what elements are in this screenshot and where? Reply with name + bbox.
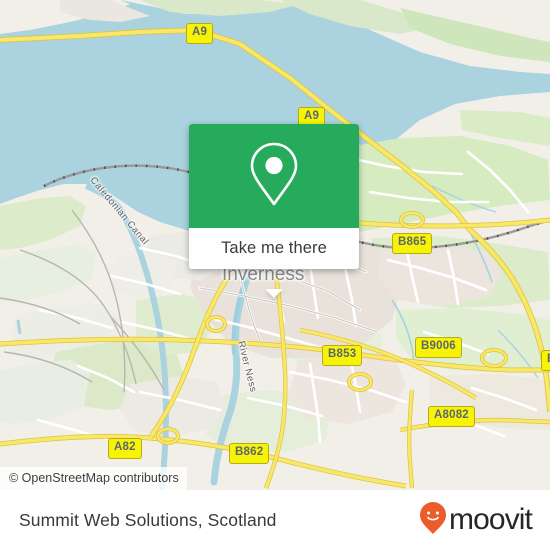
moovit-logo[interactable]: moovit xyxy=(419,501,533,540)
popup-pointer-tail xyxy=(265,289,283,298)
road-shield-b865: B865 xyxy=(392,233,433,254)
popup-footer[interactable]: Take me there xyxy=(189,228,359,269)
footer-bar: Summit Web Solutions, Scotland moovit xyxy=(0,490,550,550)
popup-header xyxy=(189,124,359,228)
road-shield-a8082: A8082 xyxy=(428,406,475,427)
road-shield-b853: B853 xyxy=(322,345,363,366)
map-screenshot: Inverness Caledonian Canal River Ness A9… xyxy=(0,0,550,550)
road-shield-b862: B862 xyxy=(229,443,270,464)
road-shield-a9-north: A9 xyxy=(186,23,214,44)
take-me-there-button[interactable]: Take me there xyxy=(221,239,327,258)
road-shield-a82: A82 xyxy=(108,438,142,459)
map-pin-icon xyxy=(248,141,300,212)
road-shield-b9006: B9006 xyxy=(415,337,462,358)
map-attribution[interactable]: © OpenStreetMap contributors xyxy=(0,467,187,490)
moovit-wordmark: moovit xyxy=(449,503,533,536)
map-canvas[interactable]: Inverness Caledonian Canal River Ness A9… xyxy=(0,0,550,490)
map-popup-card[interactable]: Take me there xyxy=(189,124,359,298)
place-name-label: Summit Web Solutions, Scotland xyxy=(19,509,277,530)
road-shield-b-clipped: B xyxy=(541,350,550,371)
moovit-smiley-pin-icon xyxy=(419,501,447,540)
